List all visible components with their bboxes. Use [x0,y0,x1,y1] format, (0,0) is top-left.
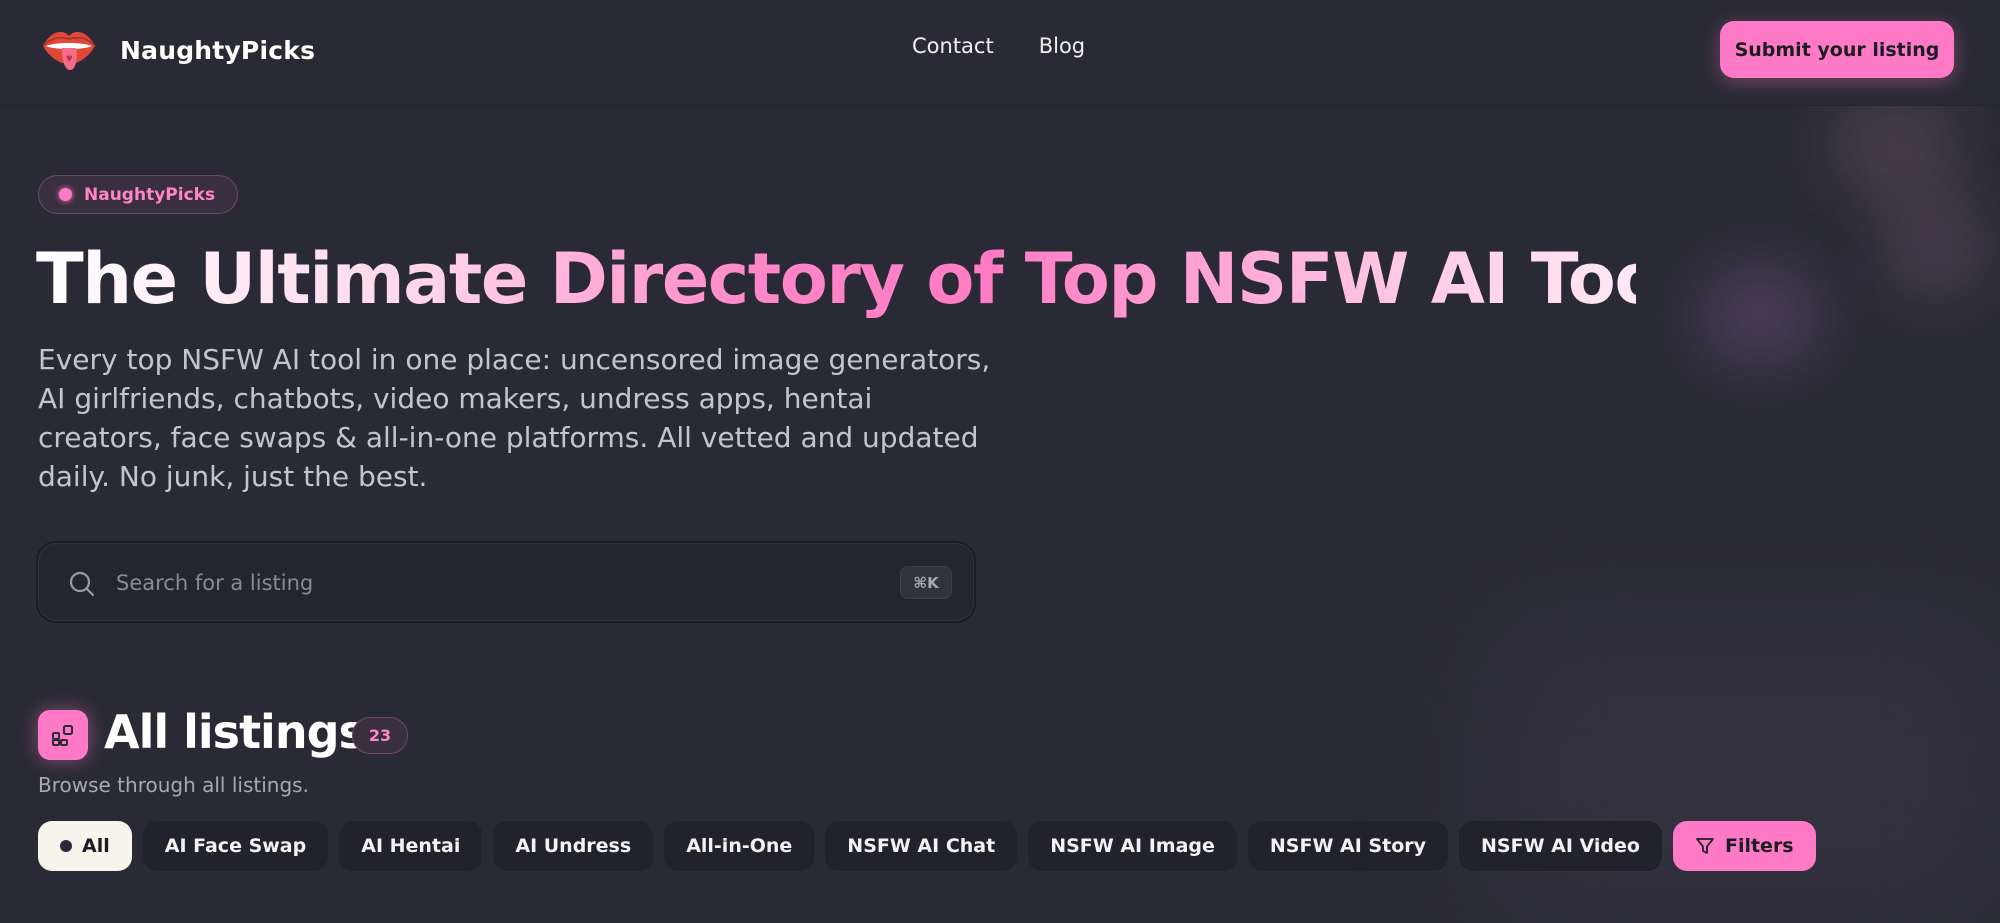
grid-icon [38,710,88,760]
lips-tongue-icon [42,31,96,70]
category-chip-nsfw-ai-image[interactable]: NSFW AI Image [1028,821,1237,871]
category-chip-ai-hentai[interactable]: AI Hentai [339,821,483,871]
brand-link[interactable]: NaughtyPicks [40,24,315,76]
background-glow [1490,620,2000,923]
filters-label: Filters [1724,835,1794,857]
submit-listing-button[interactable]: Submit your listing [1720,21,1954,78]
hero-badge: NaughtyPicks [38,175,239,214]
section-title: All listings [104,705,366,759]
nav-contact[interactable]: Contact [912,34,994,58]
search-box[interactable]: ⌘K [36,541,976,623]
main-nav: Contact Blog [912,34,1085,58]
category-chip-nsfw-ai-chat[interactable]: NSFW AI Chat [825,821,1018,871]
search-input[interactable] [116,561,816,605]
hero-description: Every top NSFW AI tool in one place: unc… [38,343,991,493]
category-chip-all[interactable]: All [38,821,132,871]
brand-name: NaughtyPicks [120,35,316,65]
page-title: The Ultimate Directory of Top NSFW AI To… [36,234,1725,324]
category-filters: All AI Face Swap AI Hentai AI Undress Al… [38,821,1816,871]
selected-dot [60,840,72,852]
category-chip-nsfw-ai-story[interactable]: NSFW AI Story [1247,821,1449,871]
background-glow [1880,190,1990,300]
background-glow [1830,90,1960,200]
category-chip-all-in-one[interactable]: All-in-One [664,821,815,871]
nav-blog[interactable]: Blog [1039,34,1085,58]
category-chip-ai-undress[interactable]: AI Undress [493,821,654,871]
search-icon [69,571,95,597]
listing-count-badge: 23 [352,717,408,754]
category-chip-nsfw-ai-video[interactable]: NSFW AI Video [1459,821,1662,871]
badge-label: NaughtyPicks [84,184,216,205]
category-chip-ai-face-swap[interactable]: AI Face Swap [142,821,329,871]
section-subtitle: Browse through all listings. [38,773,309,797]
badge-dot [59,188,72,201]
keyboard-shortcut: ⌘K [900,566,952,599]
grid-icon-glyph [52,725,73,746]
filters-button[interactable]: Filters [1672,821,1816,871]
site-header: NaughtyPicks Contact Blog Submit your li… [0,0,2000,106]
chip-label: All [82,835,110,857]
funnel-icon [1696,838,1714,854]
